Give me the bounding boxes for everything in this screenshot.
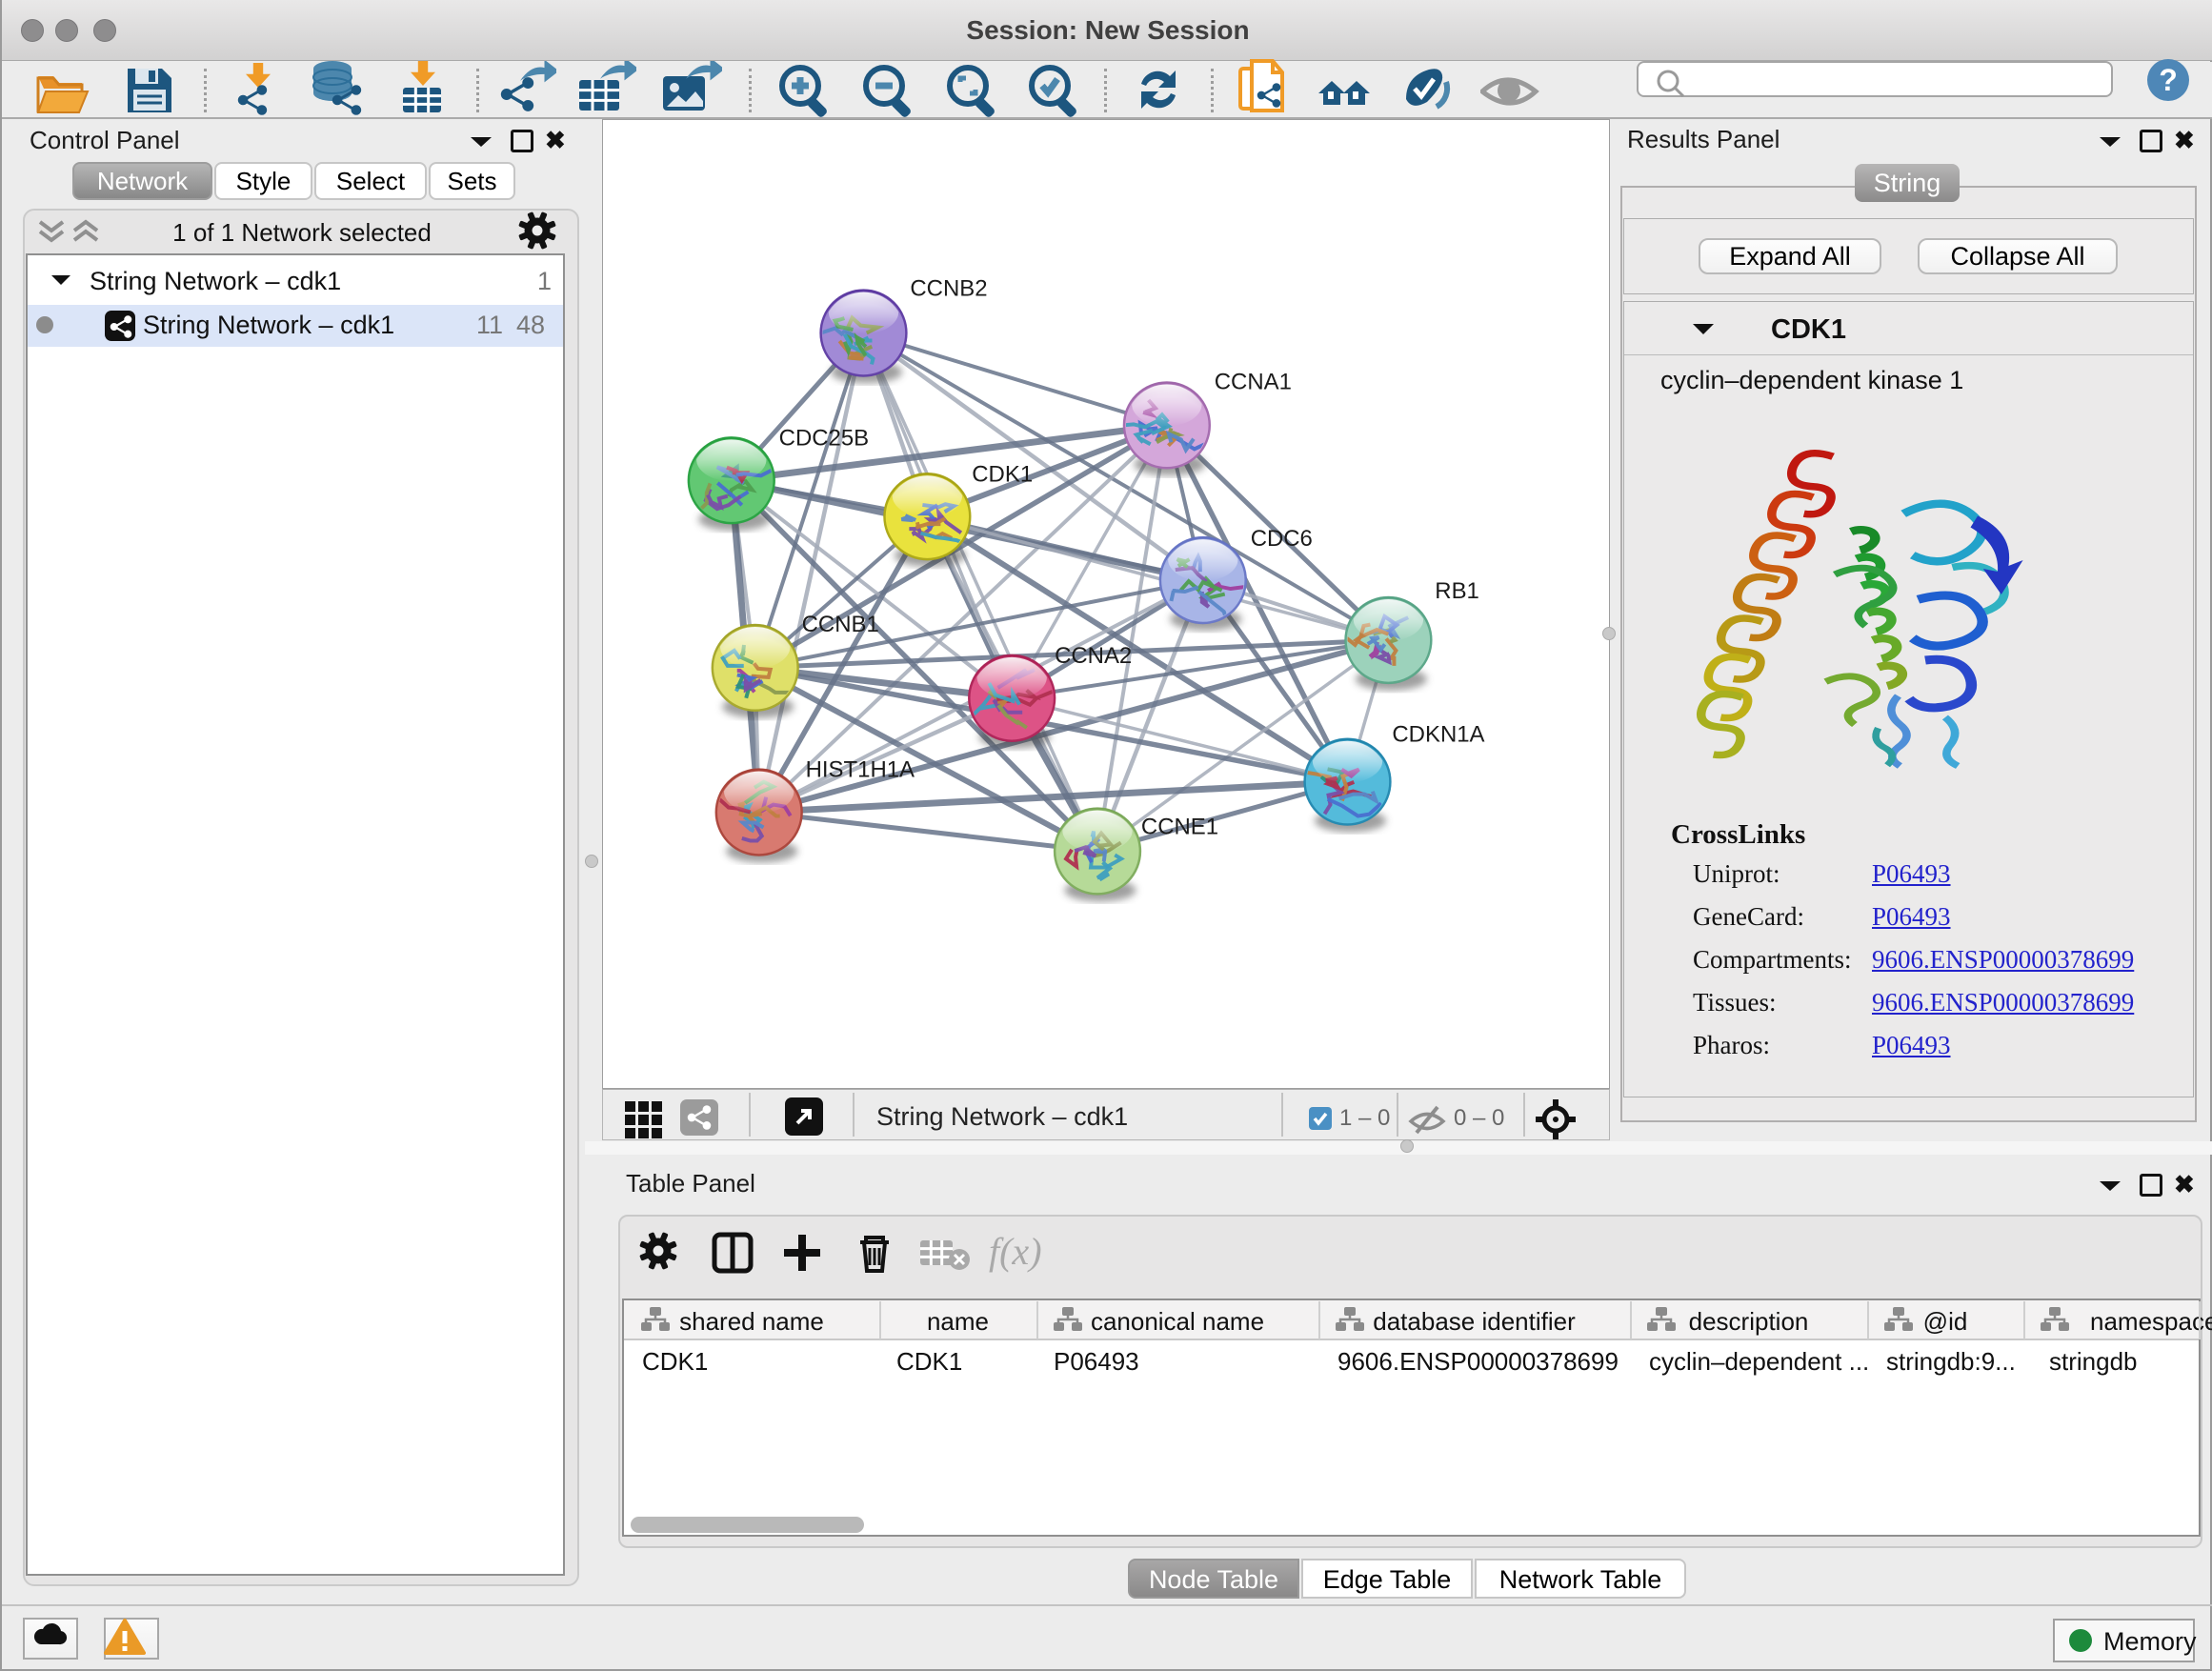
svg-text:CCNA2: CCNA2 xyxy=(1055,643,1132,669)
svg-text:CDC25B: CDC25B xyxy=(779,425,869,451)
svg-text:CDKN1A: CDKN1A xyxy=(1392,722,1484,748)
svg-text:CCNB2: CCNB2 xyxy=(910,276,987,302)
svg-text:CCNA1: CCNA1 xyxy=(1215,369,1292,394)
svg-text:CCNB1: CCNB1 xyxy=(802,612,879,637)
svg-text:CCNE1: CCNE1 xyxy=(1141,815,1218,840)
svg-text:RB1: RB1 xyxy=(1435,578,1479,604)
svg-text:CDC6: CDC6 xyxy=(1251,526,1313,552)
svg-text:HIST1H1A: HIST1H1A xyxy=(806,757,915,783)
svg-text:CDK1: CDK1 xyxy=(972,461,1033,487)
